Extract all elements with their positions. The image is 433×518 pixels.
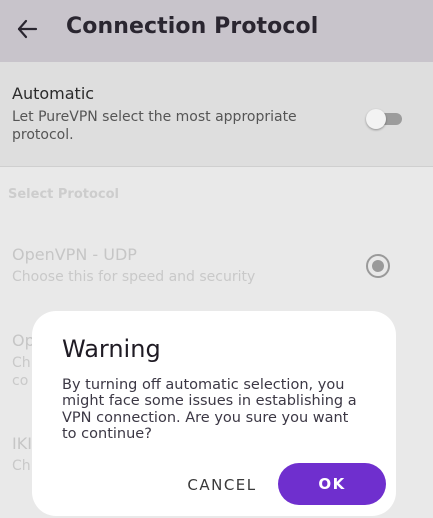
protocol-radio-selected[interactable] [366, 254, 390, 278]
protocol-item-openvpn-udp[interactable]: OpenVPN - UDP Choose this for speed and … [12, 245, 372, 286]
automatic-toggle[interactable] [364, 107, 406, 129]
automatic-title: Automatic [12, 84, 95, 103]
arrow-left-icon [17, 19, 38, 39]
cancel-button[interactable]: CANCEL [168, 465, 276, 505]
automatic-description: Let PureVPN select the most appropriate … [12, 109, 297, 143]
dialog-title: Warning [62, 335, 161, 363]
page-title: Connection Protocol [66, 14, 319, 39]
dialog-message: By turning off automatic selection, you … [62, 377, 357, 443]
back-button[interactable] [14, 16, 40, 42]
protocol-description: Choose this for speed and security [12, 269, 256, 285]
warning-dialog: Warning By turning off automatic selecti… [32, 311, 396, 516]
select-protocol-label: Select Protocol [8, 187, 120, 202]
ok-button[interactable]: OK [278, 463, 386, 505]
automatic-setting-row[interactable]: Automatic Let PureVPN select the most ap… [0, 62, 433, 167]
toggle-thumb [366, 109, 386, 129]
protocol-name: OpenVPN - UDP [12, 245, 137, 264]
app-bar: Connection Protocol [0, 0, 433, 62]
radio-dot [372, 260, 384, 272]
